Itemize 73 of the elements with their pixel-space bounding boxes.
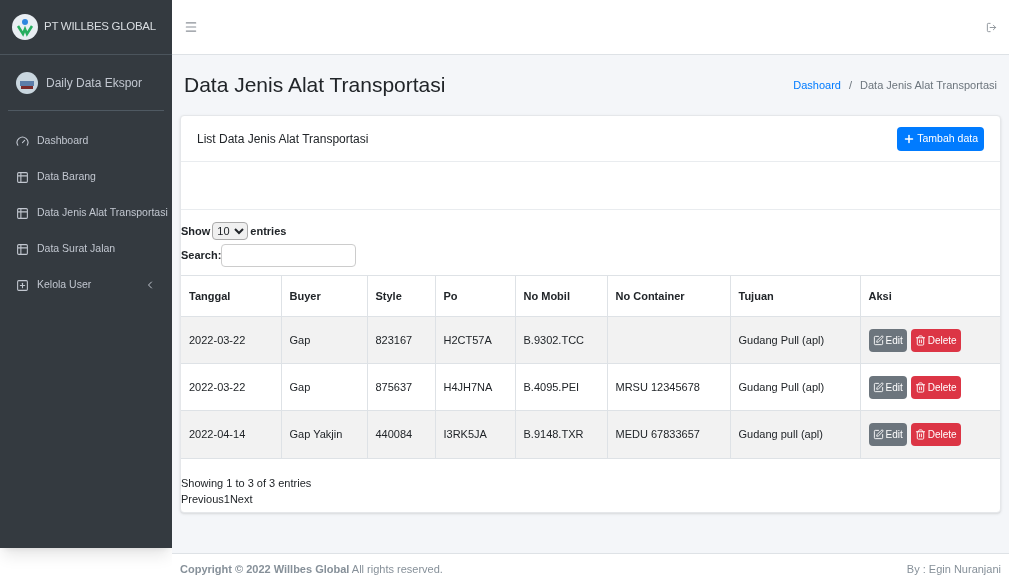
menu-icon [16, 206, 29, 220]
card-title: List Data Jenis Alat Transportasi [197, 130, 369, 148]
menu-icon [16, 242, 29, 256]
show-label: Show [181, 223, 211, 239]
sidebar-item[interactable]: Dashboard [8, 123, 164, 159]
delete-button[interactable]: Delete [910, 328, 961, 352]
author-text: By : Egin Nuranjani [906, 562, 1001, 578]
edit-icon [872, 334, 884, 346]
table-cell: Gudang Pull (apl) [730, 363, 860, 411]
copyright-text: Copyright © 2022 Willbes Global All rights reserved. [180, 562, 443, 578]
table-cell: Gudang pull (apl) [730, 410, 860, 458]
table-cell: 2022-04-14 [181, 410, 281, 458]
page-size-select[interactable]: 10 [212, 222, 249, 240]
menu-icon [16, 134, 29, 148]
table-cell: Gudang Pull (apl) [730, 316, 860, 364]
logout-button[interactable] [986, 21, 997, 33]
table-cell: 823167 [367, 316, 435, 364]
table-cell: MEDU 67833657 [607, 410, 730, 458]
avatar-icon [16, 71, 38, 94]
table-cell: 2022-03-22 [181, 316, 281, 364]
breadcrumb-separator: / [847, 77, 854, 93]
plus-icon [903, 132, 916, 145]
breadcrumb-current: Data Jenis Alat Transportasi [860, 77, 997, 93]
column-header: Aksi [860, 275, 1000, 317]
sidebar-item[interactable]: Data Barang [8, 159, 164, 195]
search-field[interactable] [221, 244, 357, 267]
column-header: Tanggal [181, 275, 281, 317]
pagination-link[interactable]: Next [229, 491, 253, 508]
menu-button[interactable] [184, 20, 198, 34]
table-cell: H4JH7NA [435, 363, 515, 411]
pagination-link[interactable]: Previous [181, 491, 224, 508]
column-header: Tujuan [730, 275, 860, 317]
trash-icon [914, 381, 926, 393]
table-cell: H2CT57A [435, 316, 515, 364]
page-title: Data Jenis Alat Transportasi [184, 72, 446, 99]
table-cell: I3RK5JA [435, 410, 515, 458]
table-cell: 2022-03-22 [181, 363, 281, 411]
edit-button[interactable]: Edit [868, 422, 907, 446]
table-cell: Gap Yakjin [281, 410, 367, 458]
trash-icon [914, 334, 926, 346]
pagination-link[interactable]: 1 [223, 491, 230, 508]
menu-icon [16, 170, 29, 184]
table-cell: B.9302.TCC [515, 316, 607, 364]
entries-label: entries [250, 223, 287, 239]
edit-icon [872, 428, 884, 440]
menu-icon [16, 278, 29, 292]
table-cell: Gap [281, 363, 367, 411]
breadcrumb-link[interactable]: Dashoard [793, 76, 841, 94]
edit-icon [872, 381, 884, 393]
brand-title: PT WILLBES GLOBAL [44, 19, 156, 35]
table-cell: B.4095.PEI [515, 363, 607, 411]
column-header: Buyer [281, 275, 367, 317]
column-header: Po [435, 275, 515, 317]
table-cell: B.9148.TXR [515, 410, 607, 458]
column-header: No Container [607, 275, 730, 317]
search-label: Search: [181, 248, 222, 264]
sidebar-item[interactable]: Data Surat Jalan [8, 231, 164, 267]
edit-button[interactable]: Edit [868, 375, 907, 399]
table-cell: 440084 [367, 410, 435, 458]
delete-button[interactable]: Delete [910, 375, 961, 399]
column-header: Style [367, 275, 435, 317]
table-cell: Gap [281, 316, 367, 364]
sidebar-item[interactable]: Kelola User [8, 267, 164, 303]
user-name: Daily Data Ekspor [46, 74, 143, 92]
edit-button[interactable]: Edit [868, 328, 907, 352]
table-cell: 875637 [367, 363, 435, 411]
trash-icon [914, 428, 926, 440]
column-header: No Mobil [515, 275, 607, 317]
delete-button[interactable]: Delete [910, 422, 961, 446]
logo-icon [12, 14, 38, 40]
table-cell: MRSU 12345678 [607, 363, 730, 411]
add-button[interactable]: Tambah data [897, 126, 984, 151]
table-info: Showing 1 to 3 of 3 entries [181, 475, 313, 491]
